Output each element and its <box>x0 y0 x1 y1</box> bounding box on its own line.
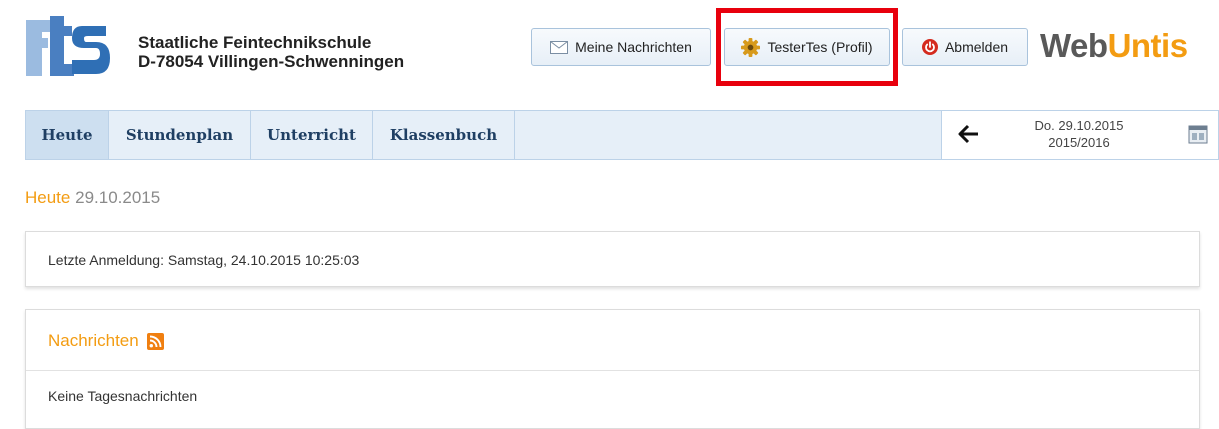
page-title-text: Heute <box>25 188 71 207</box>
messages-title-text: Nachrichten <box>48 331 139 350</box>
messages-panel: Nachrichten Keine Tagesnachrichten <box>25 309 1200 429</box>
messages-panel-title: Nachrichten <box>48 331 164 351</box>
envelope-icon <box>550 40 569 54</box>
divider <box>26 370 1199 371</box>
tab-klassenbuch[interactable]: Klassenbuch <box>373 111 515 159</box>
last-login-text: Letzte Anmeldung: Samstag, 24.10.2015 10… <box>48 252 360 268</box>
messages-button-label: Meine Nachrichten <box>575 39 692 55</box>
school-name-line2: D-78054 Villingen-Schwenningen <box>138 52 405 71</box>
current-date: Do. 29.10.2015 <box>1034 118 1124 133</box>
tab-stundenplan[interactable]: Stundenplan <box>109 111 251 159</box>
last-login-panel: Letzte Anmeldung: Samstag, 24.10.2015 10… <box>25 231 1200 287</box>
brand-part1: Web <box>1040 27 1108 64</box>
logout-button[interactable]: Abmelden <box>902 28 1028 66</box>
page-title-date: 29.10.2015 <box>75 188 161 207</box>
page-title: Heute 29.10.2015 <box>25 188 160 208</box>
brand-part2: Untis <box>1107 27 1189 64</box>
calendar-icon[interactable] <box>1188 124 1208 144</box>
tab-heute[interactable]: Heute <box>25 111 109 159</box>
date-selector: Do. 29.10.2015 2015/2016 <box>941 110 1219 160</box>
school-year: 2015/2016 <box>1048 135 1110 150</box>
date-display[interactable]: Do. 29.10.2015 2015/2016 <box>1004 117 1154 151</box>
tab-unterricht[interactable]: Unterricht <box>251 111 373 159</box>
logout-button-label: Abmelden <box>944 39 1009 55</box>
main-nav: Heute Stundenplan Unterricht Klassenbuch… <box>25 110 1219 160</box>
messages-empty-text: Keine Tagesnachrichten <box>48 388 198 404</box>
rss-icon[interactable] <box>146 332 164 350</box>
profile-button-label: TesterTes (Profil) <box>767 39 873 55</box>
messages-button[interactable]: Meine Nachrichten <box>531 28 711 66</box>
school-logo <box>26 16 110 76</box>
webuntis-logo: WebUntis <box>1040 26 1188 66</box>
profile-button[interactable]: TesterTes (Profil) <box>724 28 890 66</box>
power-icon <box>921 39 938 55</box>
school-name-line1: Staatliche Feintechnikschule <box>138 33 372 52</box>
school-name: Staatliche Feintechnikschule D-78054 Vil… <box>138 33 404 71</box>
gear-icon <box>741 37 761 57</box>
arrow-left-icon[interactable] <box>958 124 980 144</box>
